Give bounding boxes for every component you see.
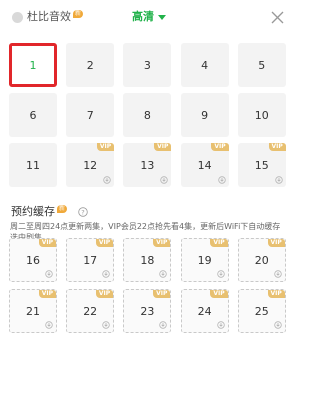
episode-number: 1 [29,58,37,72]
episode-14-button[interactable]: 14 VIP [180,143,229,187]
vip-badge: VIP [38,239,56,247]
episode-12-button[interactable]: 12 VIP [66,143,115,187]
episode-13-button[interactable]: 13 VIP [123,143,172,187]
episode-20-button[interactable]: 20 VIP [237,238,286,282]
vip-badge: VIP [210,239,228,247]
svg-text:?: ? [81,209,84,217]
episode-4-button[interactable]: 4 [180,43,229,87]
download-status-icon [275,176,283,184]
episode-11-button[interactable]: 11 [9,143,57,187]
vip-badge: VIP [96,143,115,151]
download-status-icon [102,270,110,278]
vip-badge: VIP [95,290,114,298]
episode-5-button[interactable]: 5 [237,43,286,87]
episode-10-button[interactable]: 10 [237,93,286,137]
vip-badge: VIP [154,143,172,151]
header: 杜比音效新 高清 [0,0,293,36]
download-status-icon [45,270,53,278]
vip-badge: VIP [38,290,56,298]
download-status-icon [160,176,169,184]
reserve-title: 预约缓存新 [11,205,68,218]
episode-number: 10 [254,108,269,122]
episode-number: 6 [29,108,37,122]
episode-24-button[interactable]: 24 VIP [180,289,229,333]
dolby-toggle[interactable] [12,12,23,23]
vip-badge: VIP [267,290,285,298]
quality-selector[interactable]: 高清 [132,10,166,24]
download-status-icon [159,270,168,278]
new-badge: 新 [73,10,84,18]
episode-number: 7 [86,108,94,122]
vip-badge: VIP [95,239,114,247]
new-badge: 新 [57,205,68,213]
episode-15-button[interactable]: 15 VIP [237,143,286,187]
episode-19-button[interactable]: 19 VIP [180,238,229,282]
episode-16-button[interactable]: 16 VIP [9,238,57,282]
download-status-icon [216,321,225,329]
episode-22-button[interactable]: 22 VIP [66,289,115,333]
episode-3-button[interactable]: 3 [123,43,172,87]
episode-number: 11 [26,158,40,172]
vip-badge: VIP [153,239,171,247]
quality-label: 高清 [132,10,154,23]
dolby-label[interactable]: 杜比音效新 [27,10,84,24]
episode-9-button[interactable]: 9 [180,93,229,137]
episode-number: 5 [258,58,266,72]
chevron-down-icon [158,14,166,20]
vip-badge: VIP [210,290,228,298]
vip-badge: VIP [153,290,171,298]
episode-6-button[interactable]: 6 [9,93,57,137]
episode-number: 4 [201,58,209,72]
vip-badge: VIP [211,143,229,151]
episode-1-button[interactable]: 1 [9,43,57,87]
info-icon[interactable]: ? [78,207,88,217]
episode-7-button[interactable]: 7 [66,93,115,137]
episode-number: 9 [201,108,209,122]
vip-badge: VIP [267,239,285,247]
download-status-icon [102,321,110,329]
episode-23-button[interactable]: 23 VIP [123,289,172,333]
download-status-icon [217,176,226,184]
episode-17-button[interactable]: 17 VIP [66,238,115,282]
download-status-icon [274,270,282,278]
episode-18-button[interactable]: 18 VIP [123,238,172,282]
episode-number: 3 [143,58,151,72]
download-status-icon [216,270,225,278]
download-status-icon [159,321,168,329]
download-status-icon [274,321,282,329]
episode-number: 2 [86,58,94,72]
episode-2-button[interactable]: 2 [66,43,115,87]
episode-25-button[interactable]: 25 VIP [237,289,286,333]
close-icon[interactable] [271,11,284,24]
episode-21-button[interactable]: 21 VIP [9,289,57,333]
vip-badge: VIP [268,143,286,151]
episode-8-button[interactable]: 8 [123,93,172,137]
download-status-icon [45,321,53,329]
download-status-icon [103,176,111,184]
episode-number: 8 [143,108,151,122]
